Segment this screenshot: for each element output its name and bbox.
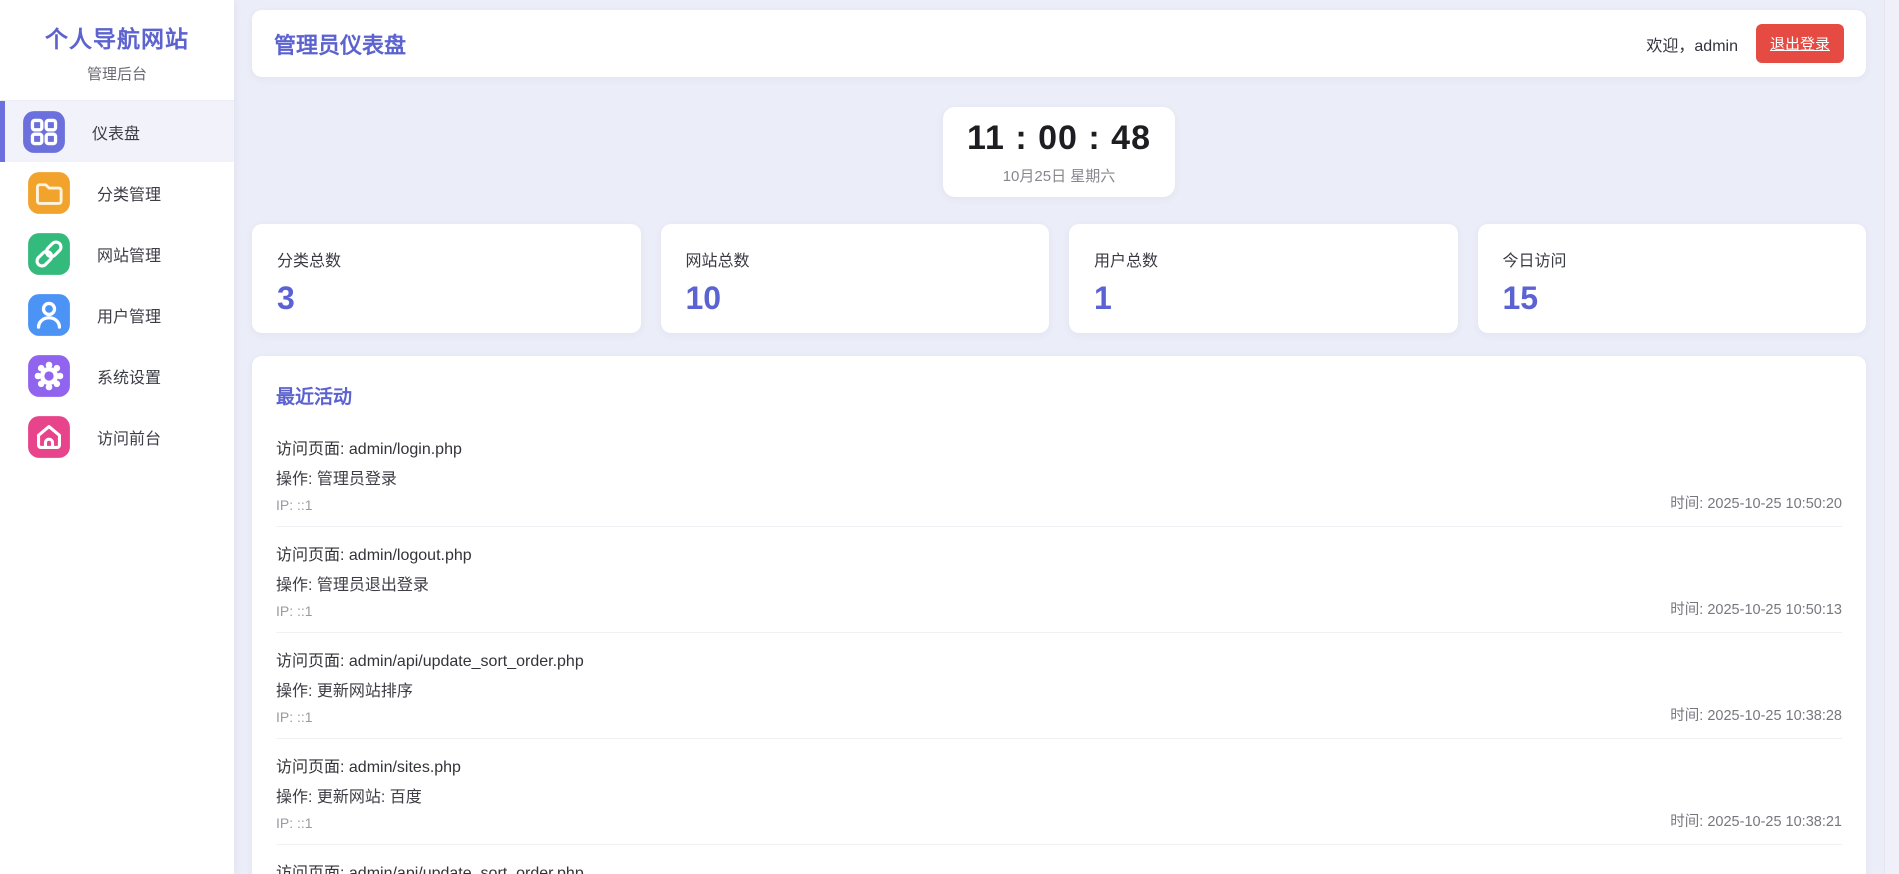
activity-item: 访问页面: admin/login.php 操作: 管理员登录 IP: ::1 … bbox=[276, 421, 1842, 527]
activity-action: 操作: 管理员登录 bbox=[276, 471, 397, 488]
sidebar-item-label: 网站管理 bbox=[97, 247, 162, 265]
clock-date: 10月25日 星期六 bbox=[1002, 167, 1116, 185]
sidebar-item-label: 访问前台 bbox=[97, 430, 162, 448]
activity-time: 时间: 2025-10-25 10:50:20 bbox=[1670, 496, 1842, 512]
activity-page: 访问页面: admin/api/update_sort_order.php bbox=[276, 865, 584, 874]
sidebar-item-sites[interactable]: 网站管理 bbox=[0, 223, 234, 284]
recent-activity-card: 最近活动 访问页面: admin/login.php 操作: 管理员登录 IP:… bbox=[252, 356, 1866, 874]
sidebar: 个人导航网站 管理后台 仪表盘 分类管理 网站管理 用户管理 系统设置 访问前台 bbox=[0, 0, 234, 874]
activity-action: 操作: 管理员退出登录 bbox=[276, 577, 429, 594]
activity-item: 访问页面: admin/logout.php 操作: 管理员退出登录 IP: :… bbox=[276, 527, 1842, 633]
welcome-text: 欢迎，admin bbox=[1646, 37, 1738, 55]
stat-label: 分类总数 bbox=[277, 253, 342, 270]
stat-card-visits-today: 今日访问 15 bbox=[1477, 224, 1866, 333]
stat-value: 15 bbox=[1502, 280, 1539, 316]
link-icon bbox=[27, 232, 71, 276]
main-content: 管理员仪表盘 欢迎，admin 退出登录 11 : 00 : 48 10月25日… bbox=[234, 0, 1899, 874]
sidebar-item-label: 仪表盘 bbox=[92, 125, 141, 143]
sidebar-item-dashboard[interactable]: 仪表盘 bbox=[0, 101, 234, 162]
clock-card: 11 : 00 : 48 10月25日 星期六 bbox=[943, 107, 1175, 197]
folder-icon bbox=[27, 171, 71, 215]
stat-value: 3 bbox=[277, 280, 295, 316]
activity-page: 访问页面: admin/api/update_sort_order.php bbox=[276, 653, 584, 670]
page-title: 管理员仪表盘 bbox=[274, 32, 407, 58]
sidebar-nav: 仪表盘 分类管理 网站管理 用户管理 系统设置 访问前台 bbox=[0, 101, 234, 467]
activity-item: 访问页面: admin/api/update_sort_order.php 操作… bbox=[276, 845, 1842, 874]
activity-page: 访问页面: admin/sites.php bbox=[276, 759, 461, 776]
sidebar-item-categories[interactable]: 分类管理 bbox=[0, 162, 234, 223]
dashboard-icon bbox=[22, 110, 66, 154]
home-icon bbox=[27, 415, 71, 459]
activity-ip: IP: ::1 bbox=[276, 603, 313, 619]
stat-value: 1 bbox=[1094, 280, 1112, 316]
activity-item: 访问页面: admin/sites.php 操作: 更新网站: 百度 IP: :… bbox=[276, 739, 1842, 845]
stat-card-sites: 网站总数 10 bbox=[660, 224, 1049, 333]
activity-time: 时间: 2025-10-25 10:50:13 bbox=[1670, 602, 1842, 618]
clock-time: 11 : 00 : 48 bbox=[966, 118, 1151, 157]
stat-card-users: 用户总数 1 bbox=[1069, 224, 1458, 333]
gear-icon bbox=[27, 354, 71, 398]
site-subtitle: 管理后台 bbox=[86, 66, 147, 83]
activity-action: 操作: 更新网站排序 bbox=[276, 683, 413, 700]
user-icon bbox=[27, 293, 71, 337]
sidebar-header: 个人导航网站 管理后台 bbox=[0, 0, 234, 101]
stat-value: 10 bbox=[685, 280, 722, 316]
stat-label: 今日访问 bbox=[1502, 253, 1567, 270]
sidebar-item-settings[interactable]: 系统设置 bbox=[0, 345, 234, 406]
sidebar-item-label: 用户管理 bbox=[97, 308, 162, 326]
topbar: 管理员仪表盘 欢迎，admin 退出登录 bbox=[252, 10, 1866, 77]
activity-time: 时间: 2025-10-25 10:38:28 bbox=[1670, 708, 1842, 724]
activity-page: 访问页面: admin/logout.php bbox=[276, 547, 472, 564]
activity-ip: IP: ::1 bbox=[276, 497, 313, 513]
site-title: 个人导航网站 bbox=[45, 26, 189, 52]
activity-page: 访问页面: admin/login.php bbox=[276, 441, 462, 458]
activity-ip: IP: ::1 bbox=[276, 815, 313, 831]
sidebar-item-users[interactable]: 用户管理 bbox=[0, 284, 234, 345]
recent-activity-title: 最近活动 bbox=[276, 387, 353, 408]
activity-time: 时间: 2025-10-25 10:38:21 bbox=[1670, 814, 1842, 830]
logout-button[interactable]: 退出登录 bbox=[1755, 24, 1844, 63]
sidebar-item-label: 系统设置 bbox=[97, 369, 162, 387]
vertical-scrollbar[interactable] bbox=[1884, 0, 1899, 874]
sidebar-item-frontend[interactable]: 访问前台 bbox=[0, 406, 234, 467]
activity-item: 访问页面: admin/api/update_sort_order.php 操作… bbox=[276, 633, 1842, 739]
stats-row: 分类总数 3 网站总数 10 用户总数 1 今日访问 15 bbox=[252, 224, 1866, 333]
sidebar-item-label: 分类管理 bbox=[97, 186, 162, 204]
stat-label: 用户总数 bbox=[1094, 253, 1159, 270]
stat-card-categories: 分类总数 3 bbox=[252, 224, 641, 333]
topbar-right: 欢迎，admin 退出登录 bbox=[1646, 24, 1844, 63]
activity-action: 操作: 更新网站: 百度 bbox=[276, 789, 422, 806]
stat-label: 网站总数 bbox=[685, 253, 750, 270]
activity-ip: IP: ::1 bbox=[276, 709, 313, 725]
